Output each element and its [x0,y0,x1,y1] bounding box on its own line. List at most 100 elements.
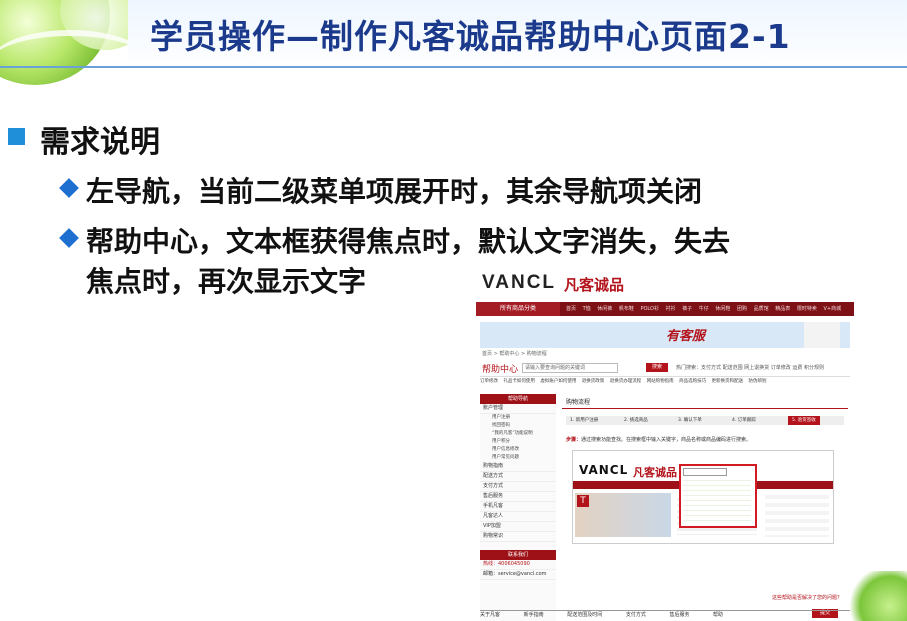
site-footer: 关于凡客 新手指南 配送范围及时间 支付方式 售后服务 帮助 [480,610,850,621]
footer-link[interactable]: 支付方式 [626,612,646,618]
steps-bar: 1. 新用户注册 2. 挑选商品 3. 确认下单 4. 订单跟踪 5. 验货签收 [566,416,844,425]
bullet-item: 帮助中心，文本框获得焦点时，默认文字消失，失去 [86,225,731,258]
quick-link[interactable]: 退换货政策 [582,379,605,384]
feedback-question: 这些帮助是否解决了您的问题？ [771,595,842,601]
dropdown-input [683,468,727,476]
tip-text: 通过搜索功能查找。在搜索框中输入关键字，商品名称或商品编码进行搜索。 [581,437,752,443]
hotline: 热线：4006045090 [480,560,556,570]
top-nav-item[interactable]: T恤 [583,306,591,312]
footer-link[interactable]: 售后服务 [669,612,689,618]
sidebar-subitem[interactable]: 用户积分 [480,438,556,446]
step: 2. 挑选商品 [624,418,648,423]
diamond-bullet-icon [59,228,79,248]
title-rule [0,66,907,68]
top-nav-item[interactable]: 品质馆 [754,306,769,312]
sidebar-subitem[interactable]: 用户信息修改 [480,446,556,454]
slide-title: 学员操作—制作凡客诚品帮助中心页面2-1 [150,17,791,56]
footer-link[interactable]: 新手指南 [524,612,544,618]
help-search-bar: 帮助中心 请输入要查询问题的关键词 搜索 热门搜索：支付方式 配送范围 网上退换… [480,360,850,377]
help-center-title: 帮助中心 [482,365,519,375]
corner-decoration [849,571,907,621]
sidebar-subitem[interactable]: 找回密码 [480,422,556,430]
sidebar-item-delivery[interactable]: 配送方式 [480,472,556,482]
search-suggestion-dropdown [679,464,757,528]
top-nav-item[interactable]: 休闲裤 [597,306,612,312]
sidebar-item-tips[interactable]: 购物常识 [480,532,556,542]
dropdown-list [683,476,751,522]
bullet-heading: 需求说明 [40,125,160,160]
tip-label: 步骤： [566,437,582,443]
sidebar-item-after-sales[interactable]: 售后服务 [480,492,556,502]
sidebar-item-vip[interactable]: VIP加盟 [480,522,556,532]
top-nav-item[interactable]: 裤子 [682,306,692,312]
footer-link[interactable]: 帮助 [713,612,723,618]
sidebar-subitem[interactable]: “我的凡客”功能说明 [480,430,556,438]
inner-right-panel [765,491,829,537]
step-tip: 步骤：通过搜索功能查找。在搜索框中输入关键字，商品名称或商品编码进行搜索。 [566,436,751,443]
top-nav-item[interactable]: V+商城 [823,306,841,312]
diamond-bullet-icon [59,178,79,198]
sidebar-item-payment[interactable]: 支付方式 [480,482,556,492]
inner-logo: VANCL [579,463,629,477]
sidebar-item-account[interactable]: 账户管理 [480,404,556,414]
hot-searches[interactable]: 热门搜索：支付方式 配送范围 网上退换货 订单修改 运费 积分规则 [676,364,824,371]
step-active: 5. 验货签收 [788,416,820,425]
sidebar-subitem[interactable]: 用户注册 [480,414,556,422]
banner-image [804,322,840,348]
footer-link[interactable]: 关于凡客 [480,612,500,618]
top-nav-item[interactable]: 首页 [566,306,576,312]
example-screenshot: VANCL 凡客诚品 T [572,450,834,544]
content-rule [562,408,848,409]
step: 4. 订单跟踪 [732,418,756,423]
quick-link[interactable]: 退换货办理流程 [610,379,642,384]
top-nav: 所有商品分类 首页 T恤 休闲裤 帆布鞋 POLO衫 衬衫 裤子 牛仔 休闲鞋 … [476,302,854,316]
vancl-logo[interactable]: VANCL [482,272,556,294]
sidebar-item-mobile[interactable]: 手机凡客 [480,502,556,512]
help-sidebar: 帮助导航 账户管理 用户注册 找回密码 “我的凡客”功能说明 用户积分 用户信息… [480,394,556,621]
top-nav-items: 首页 T恤 休闲裤 帆布鞋 POLO衫 衬衫 裤子 牛仔 休闲鞋 团购 品质馆 … [566,302,846,316]
quick-links: 订单修改 礼品卡如何使用 虚拟账户如何使用 退换货政策 退换货办理流程 网站购物… [480,378,850,387]
step: 3. 确认下单 [678,418,702,423]
top-nav-item[interactable]: 限时特卖 [797,306,817,312]
email[interactable]: 邮箱：service@vancl.com [480,570,556,580]
top-nav-item[interactable]: 衬衫 [666,306,676,312]
header-decoration [0,0,145,92]
inner-logo-cn: 凡客诚品 [633,466,677,479]
all-categories-button[interactable]: 所有商品分类 [476,302,560,316]
sidebar-subitem[interactable]: 用户常见问题 [480,454,556,462]
bullet-item: 左导航，当前二级菜单项展开时，其余导航项关闭 [86,175,703,208]
top-nav-item[interactable]: 精品表 [775,306,790,312]
sidebar-item-experts[interactable]: 凡客达人 [480,512,556,522]
bullet-item-continued: 焦点时，再次显示文字 [86,265,367,298]
promo-banner[interactable]: 有客服 [480,322,850,348]
step: 1. 新用户注册 [570,418,599,423]
square-bullet-icon [8,128,25,145]
vancl-logo-cn: 凡客诚品 [564,276,625,294]
swirl-decoration [0,30,145,92]
quick-link[interactable]: 订单修改 [480,379,498,384]
top-nav-item[interactable]: 帆布鞋 [619,306,634,312]
quick-link[interactable]: 防伪辨别 [749,379,767,384]
help-search-input[interactable]: 请输入要查询问题的关键词 [522,363,618,373]
website-screenshot: VANCL 凡客诚品 所有商品分类 首页 T恤 休闲裤 帆布鞋 POLO衫 衬衫… [476,266,854,621]
inner-t-badge: T [577,495,589,507]
quick-link[interactable]: 商品选购技巧 [679,379,706,384]
top-nav-item[interactable]: 牛仔 [699,306,709,312]
top-nav-item[interactable]: POLO衫 [640,306,659,312]
quick-link[interactable]: 网站购物指南 [647,379,674,384]
footer-link[interactable]: 配送范围及时间 [567,612,602,618]
quick-link[interactable]: 礼品卡如何使用 [503,379,535,384]
quick-link[interactable]: 虚拟账户如何使用 [540,379,576,384]
breadcrumb: 首页 > 帮助中心 > 购物流程 [482,351,547,357]
content-title: 购物流程 [566,399,591,406]
contact-title: 联系我们 [480,550,556,560]
quick-link[interactable]: 更新换货和配送 [712,379,744,384]
top-nav-item[interactable]: 休闲鞋 [715,306,730,312]
help-content: 购物流程 1. 新用户注册 2. 挑选商品 3. 确认下单 4. 订单跟踪 5.… [562,394,848,621]
inner-product-image: T [575,493,671,537]
banner-text: 有客服 [666,329,706,344]
sidebar-item-shopping-guide[interactable]: 购物指南 [480,462,556,472]
top-nav-item[interactable]: 团购 [737,306,747,312]
search-button[interactable]: 搜索 [646,363,668,372]
sidebar-title: 帮助导航 [480,394,556,404]
